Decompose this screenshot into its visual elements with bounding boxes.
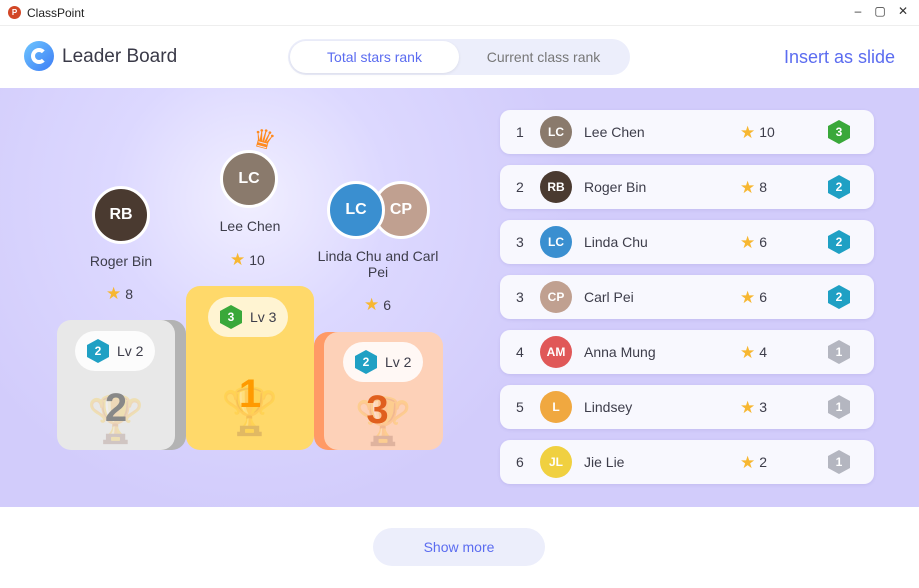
ranking-row: 1 LC Lee Chen ★ 10 3: [500, 110, 874, 154]
rank-number: 4: [516, 344, 524, 360]
level-label: Lv 3: [250, 309, 277, 325]
star-count: 8: [759, 179, 768, 195]
ranking-row: 5 L Lindsey ★ 3 1: [500, 385, 874, 429]
avatar: AM: [540, 336, 572, 368]
student-name: Jie Lie: [584, 454, 625, 470]
student-name: Linda Chu: [584, 234, 648, 250]
avatar-third-a: LC: [327, 181, 385, 239]
star-icon: ★: [740, 342, 756, 362]
ranking-row: 3 LC Linda Chu ★ 6 2: [500, 220, 874, 264]
title-bar: P ClassPoint – ▢ ✕: [0, 0, 919, 26]
second-stars-value: 8: [125, 285, 134, 302]
star-count: 6: [759, 289, 768, 305]
third-stars: ★ 6: [364, 296, 391, 313]
show-more-button[interactable]: Show more: [373, 528, 545, 566]
rank-tabs: Total stars rank Current class rank: [288, 39, 630, 75]
level-badge-icon: 3: [220, 305, 242, 329]
level-badge-icon: 1: [828, 340, 850, 364]
ranking-row: 4 AM Anna Mung ★ 4 1: [500, 330, 874, 374]
star-count: 10: [759, 124, 775, 140]
star-icon: ★: [740, 122, 756, 142]
star-count: 6: [759, 234, 768, 250]
rank-number: 2: [516, 179, 524, 195]
student-name: Lindsey: [584, 399, 633, 415]
star-count: 2: [759, 454, 768, 470]
star-count: 3: [759, 399, 768, 415]
star-count: 4: [759, 344, 768, 360]
star-icon: ★: [740, 287, 756, 307]
page-title: Leader Board: [62, 46, 178, 67]
level-label: Lv 2: [385, 354, 412, 370]
level-badge-icon: 1: [828, 395, 850, 419]
rank-number: 1: [516, 124, 524, 140]
second-level-pill: 2 Lv 2: [75, 331, 156, 371]
footer: Show more: [0, 507, 919, 588]
ranking-row: 6 JL Jie Lie ★ 2 1: [500, 440, 874, 484]
star-icon: ★: [740, 232, 756, 252]
star-icon: ★: [740, 452, 756, 472]
avatar-first: LC: [220, 150, 278, 208]
third-place-number: 3: [366, 388, 389, 432]
maximize-button[interactable]: ▢: [870, 4, 890, 18]
star-icon: ★: [106, 284, 122, 303]
ranking-row: 3 CP Carl Pei ★ 6 2: [500, 275, 874, 319]
first-place-number: 1: [238, 372, 262, 416]
minimize-button[interactable]: –: [848, 4, 868, 18]
rank-number: 3: [516, 289, 524, 305]
level-badge-icon: 2: [828, 285, 850, 309]
tab-current-class-rank[interactable]: Current class rank: [459, 41, 628, 73]
star-icon: ★: [230, 250, 246, 269]
avatar: CP: [540, 281, 572, 313]
avatar: L: [540, 391, 572, 423]
student-name: Anna Mung: [584, 344, 656, 360]
rank-number: 5: [516, 399, 524, 415]
avatar: LC: [540, 226, 572, 258]
first-stars: ★ 10: [230, 251, 265, 268]
second-name: Roger Bin: [89, 253, 153, 269]
level-badge-icon: 3: [828, 120, 850, 144]
ranking-row: 2 RB Roger Bin ★ 8 2: [500, 165, 874, 209]
avatar: RB: [540, 171, 572, 203]
level-badge-icon: 2: [828, 175, 850, 199]
third-stars-value: 6: [383, 296, 392, 313]
student-name: Roger Bin: [584, 179, 647, 195]
star-icon: ★: [740, 397, 756, 417]
powerpoint-icon: P: [8, 6, 21, 19]
rank-number: 3: [516, 234, 524, 250]
student-name: Carl Pei: [584, 289, 634, 305]
app-name: ClassPoint: [27, 5, 85, 20]
level-badge-icon: 2: [87, 339, 109, 363]
student-name: Lee Chen: [584, 124, 645, 140]
third-level-pill: 2 Lv 2: [343, 342, 424, 382]
first-stars-value: 10: [249, 251, 265, 268]
tab-total-stars-rank[interactable]: Total stars rank: [290, 41, 459, 73]
classpoint-logo-icon: [24, 41, 54, 71]
star-icon: ★: [364, 295, 380, 314]
insert-as-slide-button[interactable]: Insert as slide: [784, 47, 895, 68]
avatar: JL: [540, 446, 572, 478]
avatar-second: RB: [92, 186, 150, 244]
second-stars: ★ 8: [106, 285, 133, 302]
level-badge-icon: 2: [355, 350, 377, 374]
first-level-pill: 3 Lv 3: [208, 297, 289, 337]
level-badge-icon: 1: [828, 450, 850, 474]
third-name: Linda Chu and Carl Pei: [317, 248, 439, 280]
level-label: Lv 2: [117, 343, 144, 359]
close-button[interactable]: ✕: [893, 4, 913, 18]
star-icon: ★: [740, 177, 756, 197]
header: Leader Board Total stars rank Current cl…: [0, 26, 919, 88]
second-place-number: 2: [104, 386, 128, 430]
level-badge-icon: 2: [828, 230, 850, 254]
rank-number: 6: [516, 454, 524, 470]
avatar: LC: [540, 116, 572, 148]
first-name: Lee Chen: [219, 218, 281, 234]
